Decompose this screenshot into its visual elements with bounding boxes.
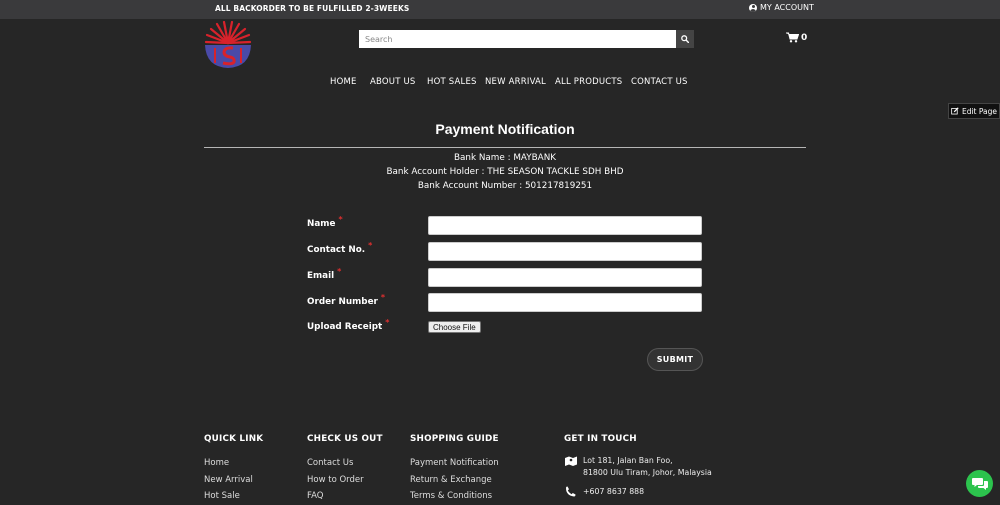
footer-link-terms-conditions[interactable]: Terms & Conditions <box>410 491 492 501</box>
required-mark: * <box>380 293 386 302</box>
footer-heading-check-us-out: CHECK US OUT <box>307 434 383 444</box>
edit-page-button[interactable]: Edit Page <box>948 103 1000 119</box>
footer-heading-get-in-touch: GET IN TOUCH <box>564 434 637 444</box>
address-line-2: 81800 Ulu Tiram, Johor, Malaysia <box>583 468 712 477</box>
upload-receipt-label: Upload Receipt * <box>307 318 390 332</box>
footer-link-payment-notification[interactable]: Payment Notification <box>410 458 499 468</box>
contact-label: Contact No. * <box>307 241 373 255</box>
required-mark: * <box>385 318 390 327</box>
required-mark: * <box>368 241 373 250</box>
order-number-field[interactable] <box>428 293 702 312</box>
bank-name: Bank Name : MAYBANK <box>453 153 557 163</box>
email-label: Email * <box>307 267 342 281</box>
map-icon <box>565 456 577 466</box>
chat-icon <box>971 477 988 490</box>
cart-count: 0 <box>801 32 808 43</box>
search-input[interactable] <box>359 30 676 48</box>
footer-link-hot-sale[interactable]: Hot Sale <box>204 491 240 501</box>
page-title: Payment Notification <box>435 121 575 137</box>
contact-phone[interactable]: +607 8637 888 <box>583 486 644 498</box>
cart-icon <box>786 32 799 43</box>
bank-account-number: Bank Account Number : 501217819251 <box>417 181 593 191</box>
announcement-bar: ALL BACKORDER TO BE FULFILLED 2-3WEEKS M… <box>0 0 1000 19</box>
address-line-1: Lot 181, Jalan Ban Foo, <box>583 456 673 465</box>
email-field[interactable] <box>428 268 702 287</box>
footer-heading-shopping-guide: SHOPPING GUIDE <box>410 434 499 444</box>
submit-button[interactable]: SUBMIT <box>647 348 703 371</box>
backorder-notice: ALL BACKORDER TO BE FULFILLED 2-3WEEKS <box>215 4 410 13</box>
footer-link-home[interactable]: Home <box>204 458 229 468</box>
edit-page-label: Edit Page <box>961 106 998 116</box>
nav-item-new-arrival[interactable]: NEW ARRIVAL <box>485 77 546 87</box>
phone-icon <box>566 486 576 497</box>
bank-account-holder: Bank Account Holder : THE SEASON TACKLE … <box>386 167 624 177</box>
contact-field[interactable] <box>428 242 702 261</box>
edit-icon <box>951 107 959 115</box>
nav-item-about-us[interactable]: ABOUT US <box>370 77 416 87</box>
footer-link-contact-us[interactable]: Contact Us <box>307 458 353 468</box>
footer-link-how-to-order[interactable]: How to Order <box>307 475 364 485</box>
required-mark: * <box>338 215 343 224</box>
my-account-label: MY ACCOUNT <box>760 3 814 12</box>
search-button[interactable] <box>676 30 694 48</box>
name-field[interactable] <box>428 216 702 235</box>
nav-item-contact-us[interactable]: CONTACT US <box>631 77 688 87</box>
order-number-label: Order Number * <box>307 293 386 307</box>
required-mark: * <box>337 267 342 276</box>
chat-button[interactable] <box>966 470 993 497</box>
my-account-link[interactable]: MY ACCOUNT <box>749 3 814 12</box>
nav-item-hot-sales[interactable]: HOT SALES <box>427 77 477 87</box>
user-icon <box>749 3 757 12</box>
choose-file-button[interactable]: Choose File <box>428 321 481 333</box>
footer-link-return-exchange[interactable]: Return & Exchange <box>410 475 492 485</box>
name-label: Name * <box>307 215 343 229</box>
search-icon <box>681 35 689 43</box>
nav-item-home[interactable]: HOME <box>330 77 357 87</box>
store-logo[interactable] <box>203 21 253 69</box>
nav-item-all-products[interactable]: ALL PRODUCTS <box>555 77 622 87</box>
title-divider <box>204 147 806 148</box>
cart-button[interactable]: 0 <box>786 32 807 43</box>
footer-link-faq[interactable]: FAQ <box>307 491 323 501</box>
footer-heading-quick-link: QUICK LINK <box>204 434 264 444</box>
footer-link-new-arrival[interactable]: New Arrival <box>204 475 253 485</box>
